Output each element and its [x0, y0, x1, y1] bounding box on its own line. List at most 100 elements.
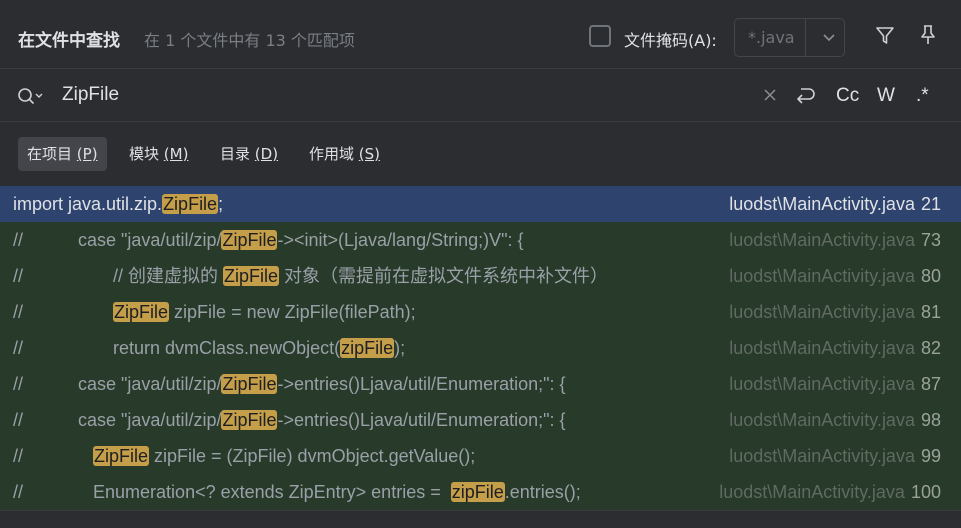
result-code: // case "java/util/zip/ZipFile->entries(…	[13, 402, 566, 438]
result-code: // // 创建虚拟的 ZipFile 对象（需提前在虚拟文件系统中补文件）	[13, 258, 608, 294]
tab-project[interactable]: 在项目 (P)	[18, 137, 107, 171]
line-number: 82	[920, 338, 941, 358]
result-row[interactable]: // ZipFile zipFile = new ZipFile(filePat…	[0, 294, 961, 330]
clear-icon[interactable]	[763, 88, 777, 102]
result-location: luodst\MainActivity.java 82	[729, 330, 941, 366]
result-location: luodst\MainActivity.java 98	[729, 402, 941, 438]
file-mask-combobox[interactable]: *.java	[734, 18, 845, 57]
match-summary: 在 1 个文件中有 13 个匹配项	[144, 31, 355, 50]
match-highlight: zipFile	[450, 482, 505, 502]
code-text: // // 创建虚拟的	[13, 266, 224, 286]
search-input[interactable]	[62, 82, 742, 108]
tab-label: 在项目	[27, 145, 73, 163]
code-text: // case "java/util/zip/	[13, 410, 222, 430]
tab-module[interactable]: 模块 (M)	[120, 137, 197, 171]
tab-label: 作用域	[309, 145, 355, 163]
result-code: // Enumeration<? extends ZipEntry> entri…	[13, 474, 581, 510]
tab-label: 目录	[220, 145, 251, 163]
match-highlight: ZipFile	[223, 266, 280, 286]
result-code: // case "java/util/zip/ZipFile-><init>(L…	[13, 222, 524, 258]
file-mask-checkbox[interactable]	[589, 25, 611, 47]
tab-scope[interactable]: 作用域 (S)	[300, 137, 389, 171]
file-path: luodst\MainActivity.java	[729, 302, 915, 322]
dialog-header: 在文件中查找 在 1 个文件中有 13 个匹配项 文件掩码(A): *.java	[0, 0, 961, 68]
result-code: // return dvmClass.newObject(zipFile);	[13, 330, 405, 366]
code-text: ->entries()Ljava/util/Enumeration;": {	[277, 374, 566, 394]
result-row[interactable]: // Enumeration<? extends ZipEntry> entri…	[0, 474, 961, 510]
line-number: 81	[920, 302, 941, 322]
code-text: // case "java/util/zip/	[13, 374, 222, 394]
match-highlight: ZipFile	[93, 446, 150, 466]
tab-mnemonic: (M)	[163, 145, 189, 163]
tab-label: 模块	[129, 145, 160, 163]
result-code: // ZipFile zipFile = new ZipFile(filePat…	[13, 294, 416, 330]
result-location: luodst\MainActivity.java 87	[729, 366, 941, 402]
file-path: luodst\MainActivity.java	[729, 230, 915, 250]
new-line-icon[interactable]	[793, 85, 817, 107]
code-text: // return dvmClass.newObject(	[13, 338, 341, 358]
line-number: 80	[920, 266, 941, 286]
tab-directory[interactable]: 目录 (D)	[211, 137, 287, 171]
whole-words-toggle[interactable]: W	[877, 85, 895, 107]
results-list: import java.util.zip.ZipFile; luodst\Main…	[0, 186, 961, 510]
preview-divider	[0, 510, 961, 528]
code-text: import java.util.zip.	[13, 194, 163, 214]
code-text: .entries();	[504, 482, 581, 502]
regex-toggle[interactable]: .*	[916, 85, 929, 107]
file-path: luodst\MainActivity.java	[729, 410, 915, 430]
code-text: );	[394, 338, 406, 358]
tab-mnemonic: (P)	[76, 145, 98, 163]
result-location: luodst\MainActivity.java 21	[729, 186, 941, 222]
code-text: -><init>(Ljava/lang/String;)V": {	[277, 230, 524, 250]
combobox-divider	[805, 19, 806, 56]
result-row[interactable]: // // 创建虚拟的 ZipFile 对象（需提前在虚拟文件系统中补文件） lu…	[0, 258, 961, 294]
result-row[interactable]: // ZipFile zipFile = (ZipFile) dvmObject…	[0, 438, 961, 474]
dialog-title: 在文件中查找	[18, 31, 120, 51]
filter-icon[interactable]	[874, 25, 896, 47]
code-text: zipFile = (ZipFile) dvmObject.getValue()…	[149, 446, 476, 466]
code-text: //	[13, 446, 94, 466]
result-location: luodst\MainActivity.java 73	[729, 222, 941, 258]
chevron-down-icon[interactable]	[818, 26, 840, 48]
code-text: // case "java/util/zip/	[13, 230, 222, 250]
result-location: luodst\MainActivity.java 81	[729, 294, 941, 330]
result-location: luodst\MainActivity.java 80	[729, 258, 941, 294]
code-text: ;	[218, 194, 224, 214]
result-code: import java.util.zip.ZipFile;	[13, 186, 223, 222]
result-code: // case "java/util/zip/ZipFile->entries(…	[13, 366, 566, 402]
line-number: 98	[920, 410, 941, 430]
result-row[interactable]: // return dvmClass.newObject(zipFile); lu…	[0, 330, 961, 366]
code-text: ->entries()Ljava/util/Enumeration;": {	[277, 410, 566, 430]
pin-icon[interactable]	[918, 24, 938, 46]
code-text: 对象（需提前在虚拟文件系统中补文件）	[279, 266, 609, 286]
scope-tabs: 在项目 (P) 模块 (M) 目录 (D) 作用域 (S)	[0, 122, 961, 186]
line-number: 100	[910, 482, 941, 502]
line-number: 99	[920, 446, 941, 466]
tab-mnemonic: (S)	[358, 145, 381, 163]
search-bar: Cc W .*	[0, 68, 961, 122]
file-mask-value: *.java	[748, 28, 795, 47]
result-row[interactable]: // case "java/util/zip/ZipFile-><init>(L…	[0, 222, 961, 258]
code-text: zipFile = new ZipFile(filePath);	[169, 302, 416, 322]
result-row[interactable]: // case "java/util/zip/ZipFile->entries(…	[0, 366, 961, 402]
match-highlight: ZipFile	[221, 410, 278, 430]
result-row[interactable]: // case "java/util/zip/ZipFile->entries(…	[0, 402, 961, 438]
file-path: luodst\MainActivity.java	[729, 338, 915, 358]
file-mask-label: 文件掩码(A):	[624, 31, 717, 50]
result-row[interactable]: import java.util.zip.ZipFile; luodst\Main…	[0, 186, 961, 222]
match-case-toggle[interactable]: Cc	[836, 85, 859, 107]
line-number: 73	[920, 230, 941, 250]
result-location: luodst\MainActivity.java 99	[729, 438, 941, 474]
code-text: // Enumeration<? extends ZipEntry> entri…	[13, 482, 451, 502]
file-path: luodst\MainActivity.java	[729, 194, 915, 214]
file-path: luodst\MainActivity.java	[729, 374, 915, 394]
tab-mnemonic: (D)	[254, 145, 279, 163]
match-highlight: ZipFile	[221, 374, 278, 394]
code-text: //	[13, 302, 114, 322]
search-history-icon[interactable]	[16, 86, 44, 108]
match-highlight: ZipFile	[162, 194, 219, 214]
match-highlight: ZipFile	[221, 230, 278, 250]
match-highlight: zipFile	[340, 338, 395, 358]
line-number: 21	[920, 194, 941, 214]
file-path: luodst\MainActivity.java	[729, 446, 915, 466]
